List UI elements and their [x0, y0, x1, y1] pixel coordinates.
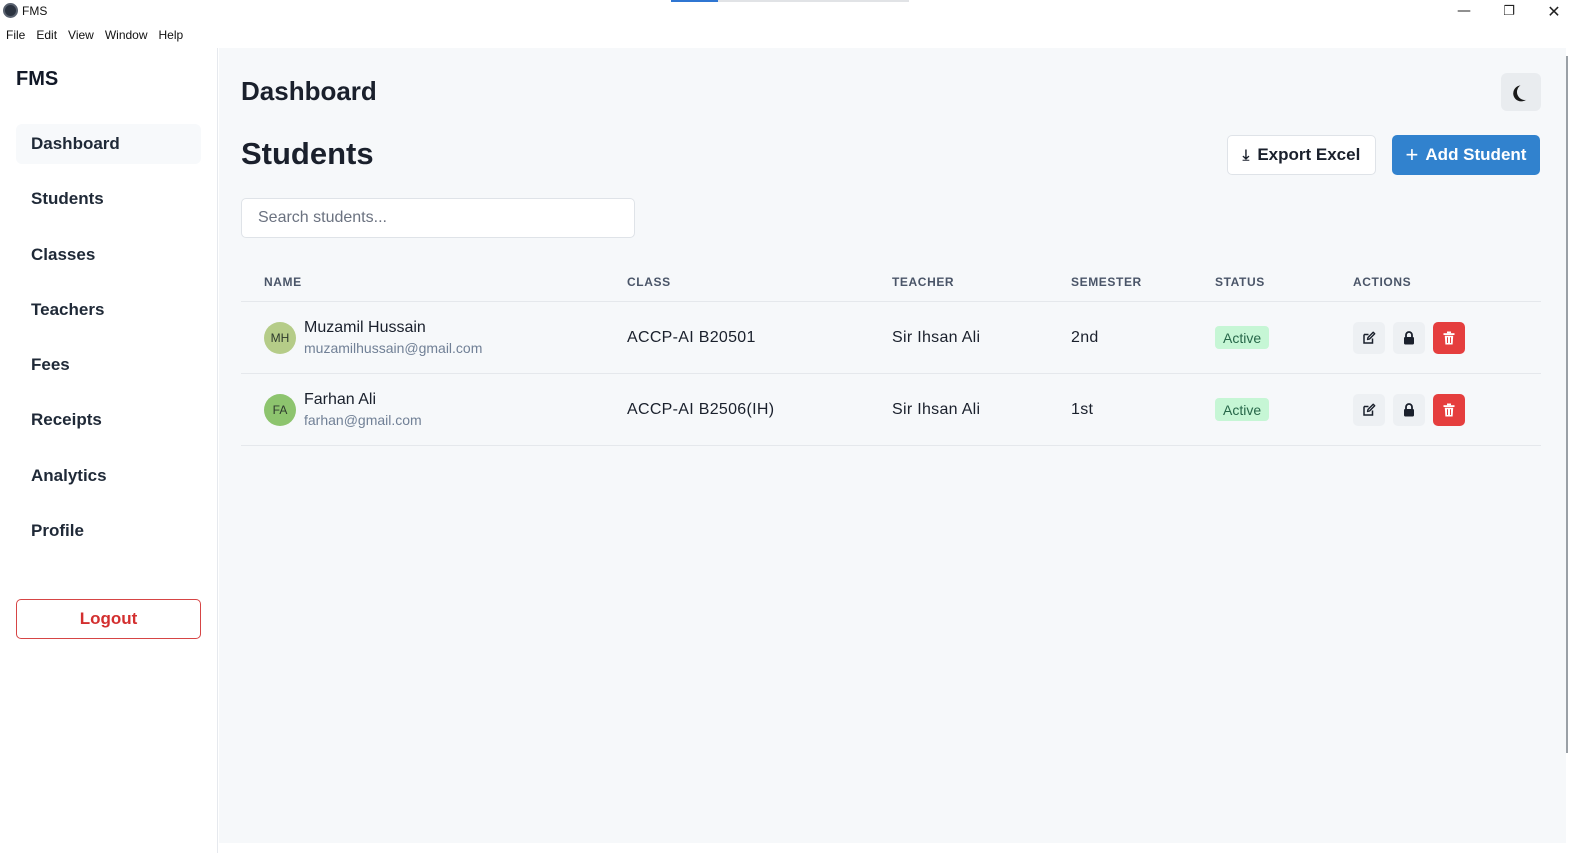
title-bar: FMS — ❐ ✕: [0, 0, 1589, 22]
student-class: ACCP-AI B20501: [627, 329, 756, 346]
lock-icon: [1404, 403, 1414, 417]
column-header-name: NAME: [264, 275, 302, 289]
lock-button[interactable]: [1393, 322, 1425, 354]
lock-icon: [1404, 331, 1414, 345]
export-excel-button[interactable]: ⤓ Export Excel: [1227, 135, 1376, 175]
status-badge: Active: [1215, 398, 1270, 421]
trash-icon: [1443, 403, 1455, 417]
column-header-semester: SEMESTER: [1071, 275, 1142, 289]
search-input[interactable]: [241, 198, 635, 238]
page-title: Dashboard: [241, 76, 377, 106]
student-class: ACCP-AI B2506(IH): [627, 401, 775, 418]
student-email: muzamilhussain@gmail.com: [304, 340, 483, 356]
main-content: Dashboard Students ⤓ Export Excel + Add …: [219, 48, 1566, 843]
restore-button[interactable]: ❐: [1486, 0, 1532, 22]
export-excel-label: Export Excel: [1257, 145, 1361, 164]
avatar: FA: [264, 394, 296, 426]
sidebar-item-dashboard[interactable]: Dashboard: [16, 124, 201, 164]
menu-help[interactable]: Help: [159, 28, 184, 42]
download-icon: ⤓: [1242, 146, 1250, 164]
sidebar-item-profile[interactable]: Profile: [16, 511, 201, 551]
student-teacher: Sir Ihsan Ali: [892, 401, 981, 418]
sidebar: FMS Dashboard Students Classes Teachers …: [0, 48, 218, 853]
scrollbar[interactable]: [1566, 56, 1568, 753]
menu-file[interactable]: File: [6, 28, 25, 42]
theme-toggle-button[interactable]: [1501, 73, 1541, 111]
lock-button[interactable]: [1393, 394, 1425, 426]
student-email: farhan@gmail.com: [304, 412, 422, 428]
edit-icon: [1363, 403, 1376, 416]
student-semester: 1st: [1071, 401, 1094, 418]
avatar: MH: [264, 322, 296, 354]
add-student-button[interactable]: + Add Student: [1392, 135, 1540, 175]
student-teacher: Sir Ihsan Ali: [892, 329, 981, 346]
student-semester: 2nd: [1071, 329, 1099, 346]
loading-indicator: [671, 0, 909, 2]
table-header: NAME CLASS TEACHER SEMESTER STATUS ACTIO…: [241, 262, 1541, 302]
students-table: NAME CLASS TEACHER SEMESTER STATUS ACTIO…: [241, 262, 1541, 446]
delete-button[interactable]: [1433, 394, 1465, 426]
table-row: MH Muzamil Hussain muzamilhussain@gmail.…: [241, 302, 1541, 374]
close-button[interactable]: ✕: [1531, 0, 1577, 22]
sidebar-item-receipts[interactable]: Receipts: [16, 400, 201, 440]
sidebar-item-classes[interactable]: Classes: [16, 235, 201, 275]
menu-view[interactable]: View: [68, 28, 94, 42]
edit-icon: [1363, 331, 1376, 344]
edit-button[interactable]: [1353, 322, 1385, 354]
logout-button[interactable]: Logout: [16, 599, 201, 639]
section-title: Students: [241, 136, 374, 171]
app-logo-icon: [3, 3, 18, 18]
sidebar-item-students[interactable]: Students: [16, 179, 201, 219]
column-header-class: CLASS: [627, 275, 671, 289]
menu-edit[interactable]: Edit: [36, 28, 57, 42]
student-name: Farhan Ali: [304, 391, 377, 408]
window-title: FMS: [22, 4, 48, 18]
status-badge: Active: [1215, 326, 1270, 349]
minimize-button[interactable]: —: [1441, 0, 1487, 22]
delete-button[interactable]: [1433, 322, 1465, 354]
menu-window[interactable]: Window: [105, 28, 148, 42]
sidebar-item-fees[interactable]: Fees: [16, 345, 201, 385]
sidebar-item-analytics[interactable]: Analytics: [16, 456, 201, 496]
trash-icon: [1443, 331, 1455, 345]
add-student-label: Add Student: [1425, 145, 1527, 164]
column-header-status: STATUS: [1215, 275, 1265, 289]
sidebar-item-teachers[interactable]: Teachers: [16, 290, 201, 330]
column-header-teacher: TEACHER: [892, 275, 955, 289]
moon-icon: [1515, 82, 1536, 103]
edit-button[interactable]: [1353, 394, 1385, 426]
menu-bar: File Edit View Window Help: [0, 24, 194, 46]
sidebar-nav: Dashboard Students Classes Teachers Fees…: [16, 124, 201, 566]
student-name: Muzamil Hussain: [304, 319, 426, 336]
plus-icon: +: [1405, 142, 1419, 167]
table-row: FA Farhan Ali farhan@gmail.com ACCP-AI B…: [241, 374, 1541, 446]
brand-logo: FMS: [16, 68, 59, 90]
column-header-actions: ACTIONS: [1353, 275, 1412, 289]
